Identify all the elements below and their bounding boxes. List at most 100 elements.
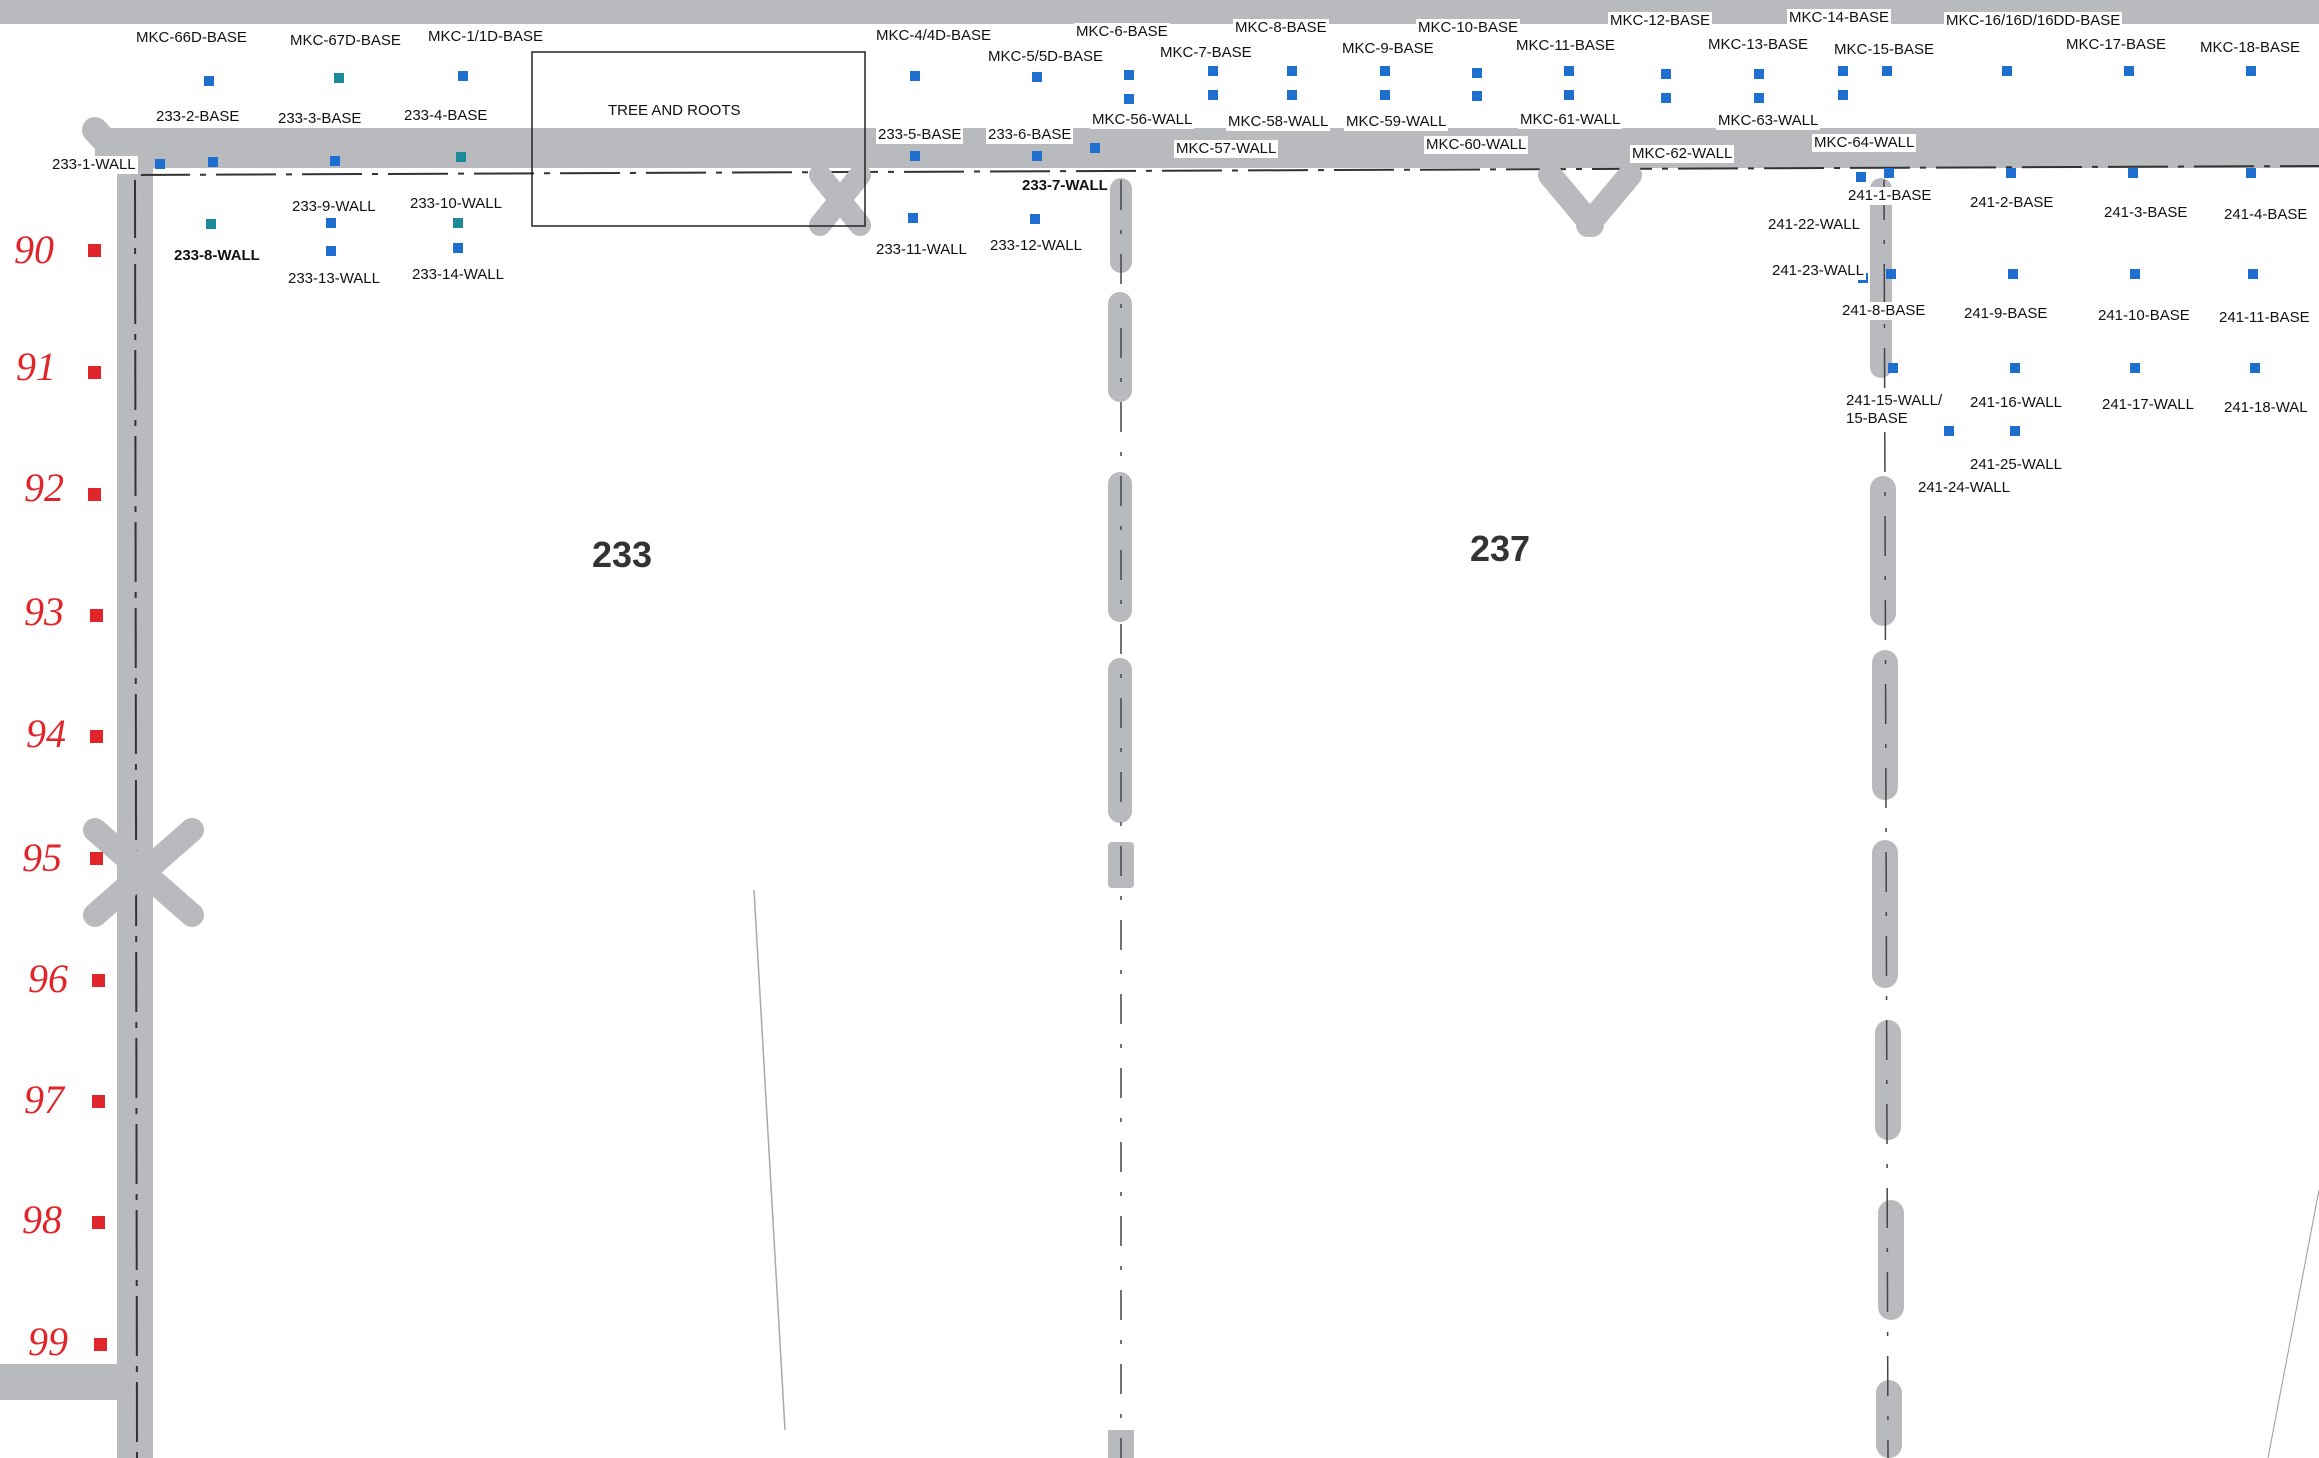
sample-point-marker[interactable] — [1661, 69, 1671, 79]
sample-point-marker[interactable] — [458, 71, 468, 81]
label-241-3-base: 241-3-BASE — [2102, 204, 2190, 222]
sample-point-marker[interactable] — [206, 219, 216, 229]
sample-point-marker[interactable] — [1884, 168, 1894, 178]
sample-point-marker[interactable] — [1380, 90, 1390, 100]
sample-point-marker[interactable] — [326, 246, 336, 256]
sample-point-marker[interactable] — [910, 151, 920, 161]
grid-marker — [90, 730, 103, 743]
sample-point-marker[interactable] — [204, 76, 214, 86]
grid-marker — [90, 852, 103, 865]
label-mkc-15-base: MKC-15-BASE — [1832, 41, 1937, 59]
label-mkc-16-base: MKC-16/16D/16DD-BASE — [1944, 12, 2123, 30]
sample-point-marker[interactable] — [2002, 66, 2012, 76]
sample-point-marker[interactable] — [2124, 66, 2134, 76]
grid-number-96: 96 — [28, 956, 68, 1001]
sample-point-marker[interactable] — [1944, 426, 1954, 436]
sample-point-marker[interactable] — [2130, 363, 2140, 373]
label-mkc-4-base: MKC-4/4D-BASE — [874, 27, 994, 45]
label-mkc-59-wall: MKC-59-WALL — [1344, 113, 1449, 131]
label-233-6-base: 233-6-BASE — [986, 126, 1074, 144]
label-mkc-12-base: MKC-12-BASE — [1608, 12, 1713, 30]
sample-point-marker[interactable] — [1030, 214, 1040, 224]
label-mkc-18-base: MKC-18-BASE — [2198, 39, 2303, 57]
sample-point-marker[interactable] — [1124, 70, 1134, 80]
sample-point-marker[interactable] — [1287, 90, 1297, 100]
sample-point-marker[interactable] — [2006, 168, 2016, 178]
label-233-5-base: 233-5-BASE — [876, 126, 964, 144]
sample-point-marker[interactable] — [330, 156, 340, 166]
label-233-3-base: 233-3-BASE — [276, 110, 364, 128]
sample-point-marker[interactable] — [1472, 91, 1482, 101]
label-241-22-wall: 241-22-WALL — [1766, 216, 1862, 234]
sample-point-marker[interactable] — [908, 213, 918, 223]
sample-point-marker[interactable] — [1564, 90, 1574, 100]
label-233-7-wall: 233-7-WALL — [1020, 177, 1110, 195]
grid-number-95: 95 — [22, 835, 62, 880]
label-mkc-57-wall: MKC-57-WALL — [1174, 140, 1279, 158]
sample-point-marker[interactable] — [2130, 269, 2140, 279]
sample-point-marker[interactable] — [1090, 143, 1100, 153]
sample-point-marker[interactable] — [1124, 94, 1134, 104]
label-233-14-wall: 233-14-WALL — [410, 266, 506, 284]
label-mkc-14-base: MKC-14-BASE — [1787, 9, 1892, 27]
label-233-8-wall: 233-8-WALL — [172, 247, 262, 265]
sample-point-marker[interactable] — [155, 159, 165, 169]
label-241-16-wall: 241-16-WALL — [1968, 394, 2064, 412]
grid-number-93: 93 — [24, 589, 64, 634]
grid-number-90: 90 — [14, 227, 54, 272]
sample-point-marker[interactable] — [1032, 72, 1042, 82]
sample-point-marker[interactable] — [1754, 69, 1764, 79]
x-mark-north — [1538, 163, 1642, 237]
sample-point-marker[interactable] — [910, 71, 920, 81]
sample-point-marker[interactable] — [453, 243, 463, 253]
sample-point-marker[interactable] — [1032, 151, 1042, 161]
sample-point-marker[interactable] — [2128, 168, 2138, 178]
label-233-13-wall: 233-13-WALL — [286, 270, 382, 288]
sample-point-marker[interactable] — [1838, 66, 1848, 76]
label-mkc-62-wall: MKC-62-WALL — [1630, 145, 1735, 163]
sample-point-marker[interactable] — [1838, 90, 1848, 100]
sample-point-marker[interactable] — [326, 218, 336, 228]
site-plan: 90 91 92 93 94 95 96 97 98 99 233 237 TR… — [0, 0, 2319, 1458]
sample-point-marker[interactable] — [2010, 426, 2020, 436]
label-mkc-67d-base: MKC-67D-BASE — [288, 32, 403, 50]
sample-point-marker[interactable] — [1472, 68, 1482, 78]
label-241-18-wall: 241-18-WAL — [2222, 399, 2310, 417]
sample-point-marker[interactable] — [2248, 269, 2258, 279]
label-mkc-66d-base: MKC-66D-BASE — [134, 29, 249, 47]
grid-number-92: 92 — [24, 465, 64, 510]
sample-point-marker[interactable] — [2250, 363, 2260, 373]
sample-point-marker[interactable] — [1888, 363, 1898, 373]
label-241-15-wall: 241-15-WALL/ 15-BASE — [1844, 392, 1945, 428]
sample-point-marker[interactable] — [1886, 269, 1896, 279]
sample-point-marker[interactable] — [1208, 66, 1218, 76]
sample-point-marker[interactable] — [2246, 168, 2256, 178]
label-mkc-56-wall: MKC-56-WALL — [1090, 111, 1195, 129]
sample-point-marker[interactable] — [453, 218, 463, 228]
sample-point-marker[interactable] — [208, 157, 218, 167]
sample-point-marker[interactable] — [1882, 66, 1892, 76]
label-mkc-13-base: MKC-13-BASE — [1706, 36, 1811, 54]
sample-point-marker[interactable] — [334, 73, 344, 83]
sample-point-marker[interactable] — [2008, 269, 2018, 279]
sample-point-marker[interactable] — [1754, 93, 1764, 103]
sample-point-marker[interactable] — [1661, 93, 1671, 103]
grid-number-98: 98 — [22, 1197, 62, 1242]
sample-point-marker[interactable] — [1856, 172, 1866, 182]
label-mkc-9-base: MKC-9-BASE — [1340, 40, 1436, 58]
sample-point-marker[interactable] — [1380, 66, 1390, 76]
sample-point-marker[interactable] — [2010, 363, 2020, 373]
grid-marker — [88, 244, 101, 257]
plan-drawing — [0, 0, 2319, 1458]
grid-marker — [94, 1338, 107, 1351]
sample-point-marker[interactable] — [1564, 66, 1574, 76]
label-241-2-base: 241-2-BASE — [1968, 194, 2056, 212]
sample-point-marker[interactable] — [456, 152, 466, 162]
sample-point-marker[interactable] — [1287, 66, 1297, 76]
label-mkc-63-wall: MKC-63-WALL — [1716, 112, 1821, 130]
room-237-label: 237 — [1470, 528, 1531, 569]
label-241-4-base: 241-4-BASE — [2222, 206, 2310, 224]
sample-point-marker[interactable] — [2246, 66, 2256, 76]
label-241-8-base: 241-8-BASE — [1840, 302, 1928, 320]
sample-point-marker[interactable] — [1208, 90, 1218, 100]
